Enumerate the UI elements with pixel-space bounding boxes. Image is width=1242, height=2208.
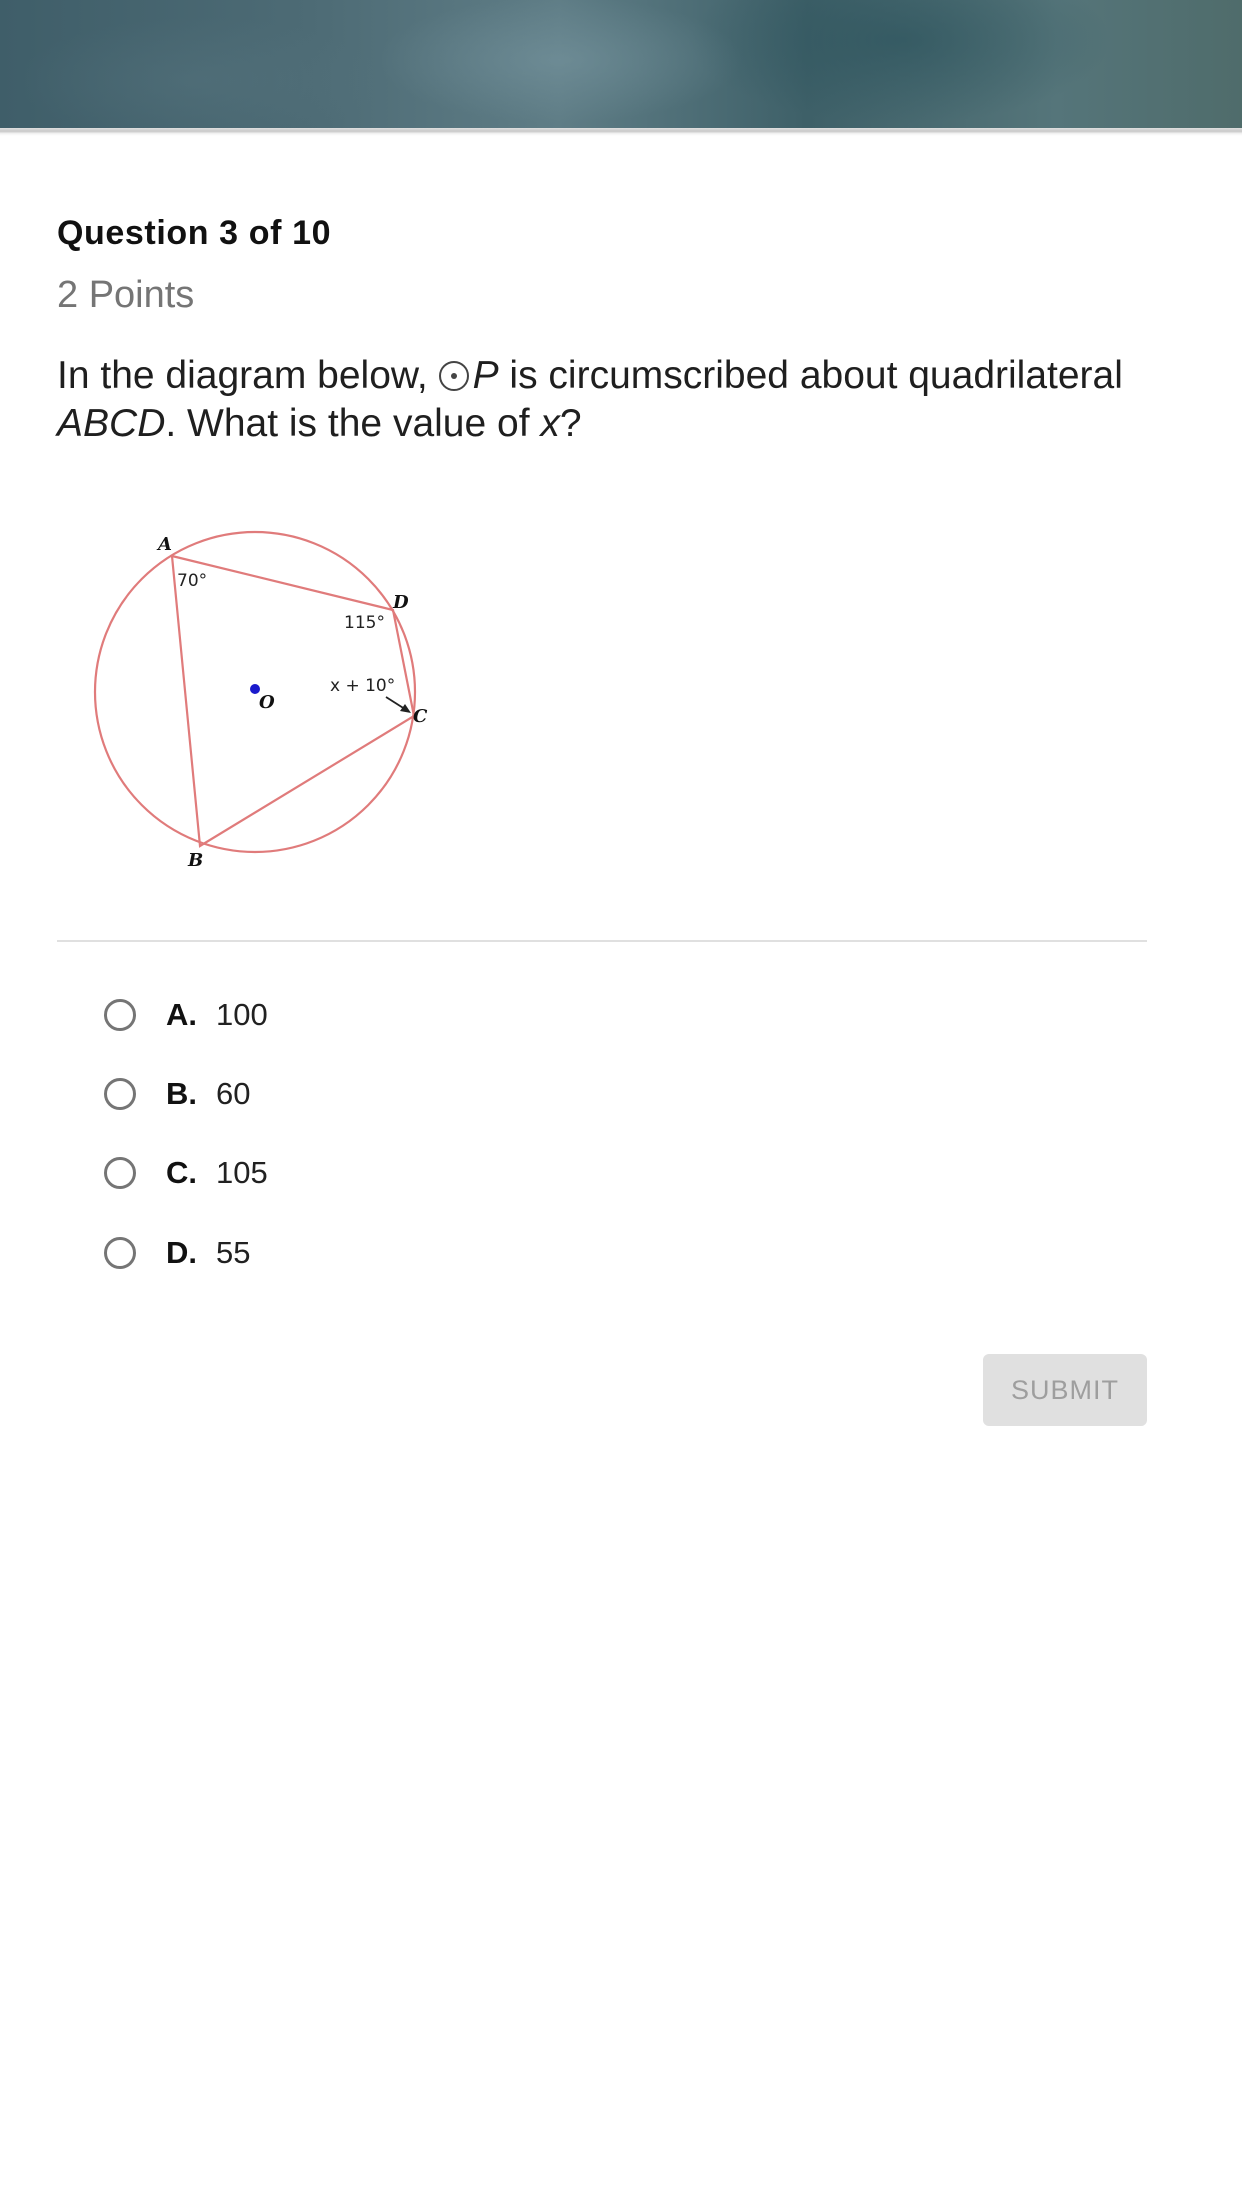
radio-a[interactable] [104, 999, 136, 1031]
vertex-label-b: B [187, 850, 203, 871]
prompt-text-1: In the diagram below, [57, 354, 439, 397]
option-c-value: 105 [216, 1155, 268, 1190]
option-b-letter: B. [166, 1076, 197, 1111]
option-b-value: 60 [216, 1076, 251, 1111]
radio-c[interactable] [104, 1157, 136, 1189]
section-divider [57, 940, 1147, 942]
question-points: 2 Points [57, 274, 195, 316]
angle-label-a: 70° [177, 571, 207, 591]
angle-label-c: x + 10° [330, 676, 395, 696]
prompt-text-3: . What is the value of [165, 402, 541, 445]
vertex-label-a: A [156, 534, 172, 555]
header-divider [0, 128, 1242, 136]
radio-d[interactable] [104, 1237, 136, 1269]
vertex-label-c: C [413, 706, 428, 727]
option-b[interactable]: B. 60 [104, 1072, 250, 1116]
option-a-value: 100 [216, 997, 268, 1032]
option-c[interactable]: C. 105 [104, 1151, 268, 1195]
vertex-label-d: D [392, 592, 409, 613]
center-label-o: O [259, 692, 275, 713]
header-banner [0, 0, 1242, 128]
prompt-text-4: ? [559, 402, 582, 445]
option-a-letter: A. [166, 997, 197, 1032]
radio-b[interactable] [104, 1078, 136, 1110]
option-d-letter: D. [166, 1235, 197, 1270]
prompt-text-2: is circumscribed about quadrilateral [498, 354, 1123, 397]
option-d[interactable]: D. 55 [104, 1231, 250, 1275]
option-a[interactable]: A. 100 [104, 993, 268, 1037]
circle-quadrilateral-diagram: A D C B O 70° 115° x + 10° [93, 530, 428, 871]
angle-c-arrowhead [400, 704, 411, 713]
prompt-variable: x [540, 402, 560, 445]
option-d-value: 55 [216, 1235, 251, 1270]
quiz-screen: Question 3 of 10 2 Points In the diagram… [0, 0, 1242, 2208]
angle-label-d: 115° [344, 613, 385, 633]
question-prompt: In the diagram below, P is circumscribed… [57, 352, 1177, 448]
prompt-quad-name: ABCD [57, 402, 166, 445]
circle-symbol-icon [438, 361, 469, 391]
quadrilateral-abcd [170, 554, 416, 848]
option-c-letter: C. [166, 1155, 197, 1190]
prompt-circle-name: P [472, 354, 499, 397]
question-number: Question 3 of 10 [57, 214, 332, 252]
submit-button[interactable]: SUBMIT [983, 1354, 1147, 1426]
